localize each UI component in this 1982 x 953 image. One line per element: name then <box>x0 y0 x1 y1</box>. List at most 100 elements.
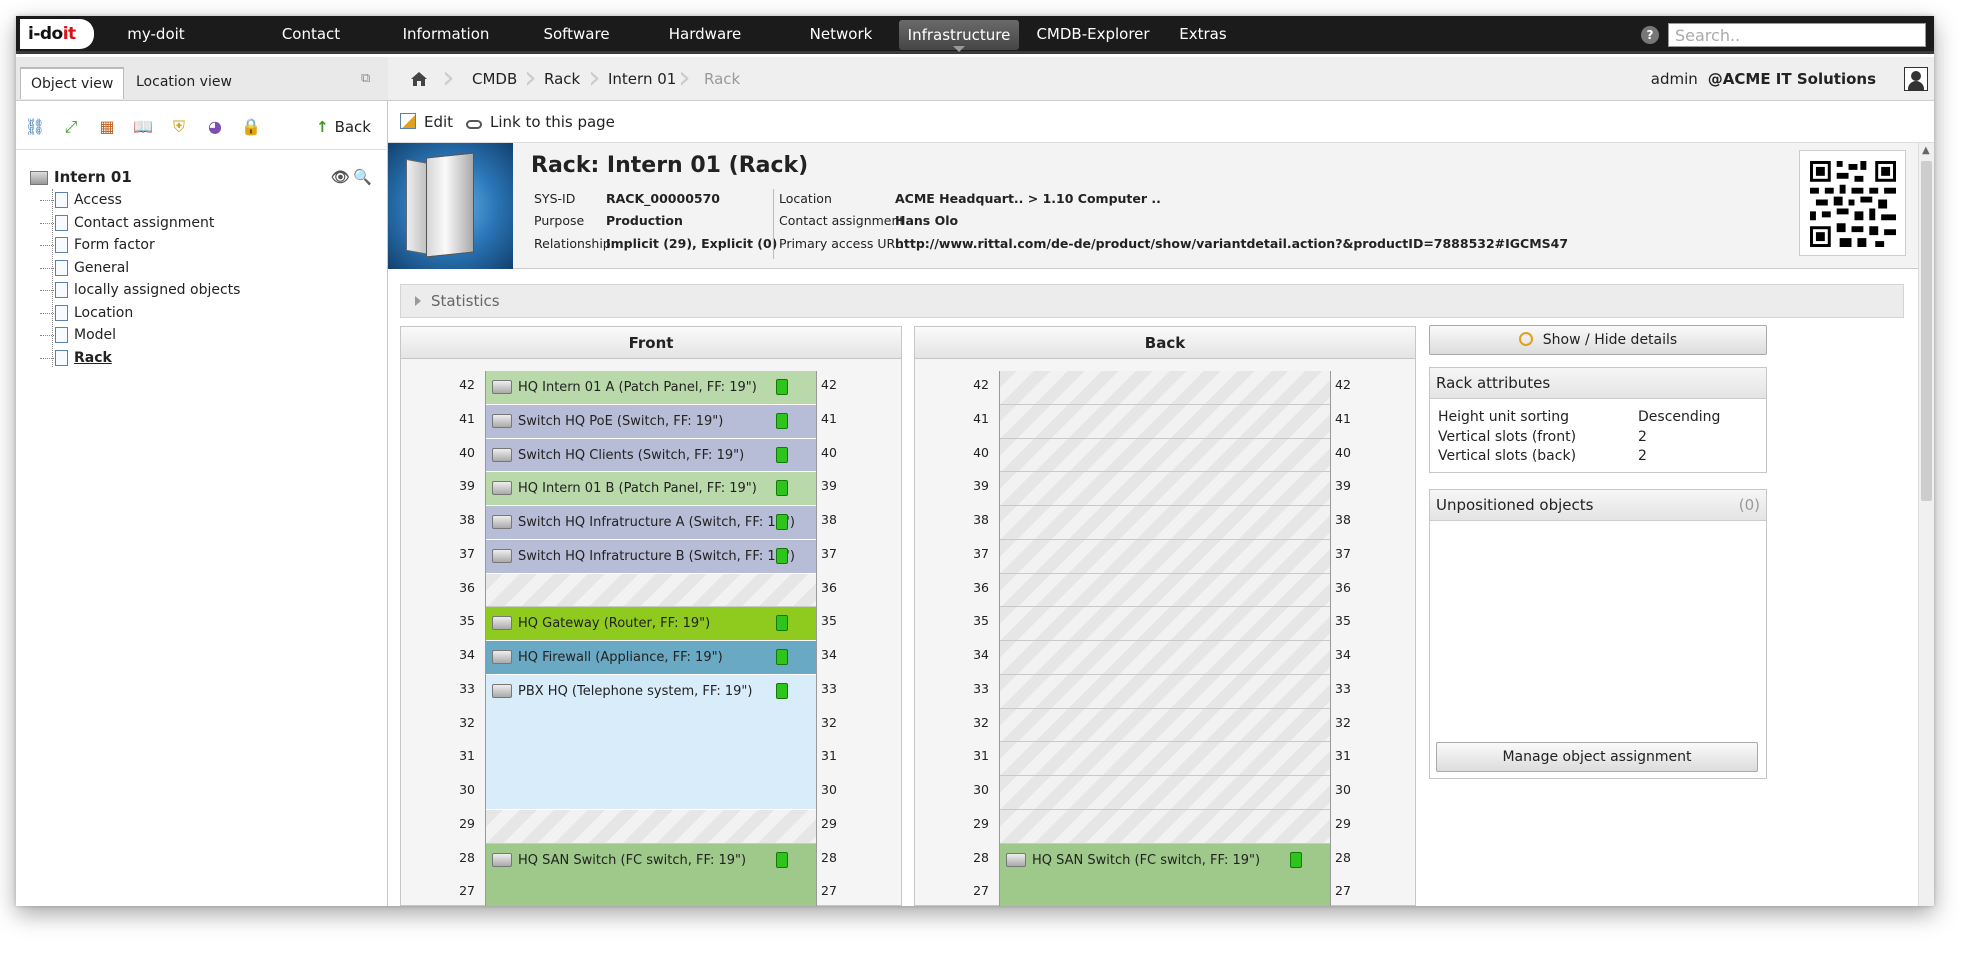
tab-object-view[interactable]: Object view <box>20 67 125 99</box>
tab-location-view[interactable]: Location view <box>126 67 242 99</box>
menu-item-network[interactable]: Network <box>771 16 911 54</box>
appliance-icon <box>492 650 512 664</box>
tree-item-location[interactable]: Location <box>28 302 378 325</box>
search-icon[interactable]: 🔍 <box>353 165 372 189</box>
qr-code[interactable] <box>1799 150 1906 256</box>
breadcrumb-cmdb[interactable]: CMDB <box>472 57 517 101</box>
shield-icon[interactable]: ⛨ <box>168 116 190 138</box>
attr-label: Height unit sorting <box>1438 409 1570 425</box>
menu-item-software[interactable]: Software <box>514 16 639 54</box>
rack-slot[interactable]: HQ SAN Switch (FC switch, FF: 19") <box>1000 843 1330 906</box>
rack-slot[interactable]: HQ Firewall (Appliance, FF: 19") <box>486 641 816 675</box>
tree-item-rack[interactable]: Rack <box>28 347 378 370</box>
menu-item-hardware[interactable]: Hardware <box>640 16 770 54</box>
magnifier-icon <box>1518 332 1533 346</box>
rack-slot-label: HQ Firewall (Appliance, FF: 19") <box>518 650 723 665</box>
tree-item-access[interactable]: Access <box>28 189 378 212</box>
tree-item-contact-assignment[interactable]: Contact assignment <box>28 212 378 235</box>
fc-switch-icon <box>492 852 512 867</box>
attr-value: Descending <box>1638 409 1721 425</box>
location-value[interactable]: ACME Headquart.. > 1.10 Computer .. <box>895 191 1161 207</box>
rack-slot[interactable]: HQ Gateway (Router, FF: 19") <box>486 607 816 641</box>
help-icon[interactable]: ? <box>1641 26 1659 44</box>
unit-number: 27 <box>459 883 475 899</box>
unit-number: 37 <box>973 545 989 561</box>
unit-number: 33 <box>821 680 837 696</box>
breadcrumb-object[interactable]: Intern 01 <box>608 57 676 101</box>
empty-rack-slot <box>1000 573 1330 608</box>
contact-value[interactable]: Hans Olo <box>895 213 958 229</box>
switch-icon <box>492 447 512 462</box>
qr-code-icon <box>1810 161 1896 247</box>
back-button[interactable]: ↑ Back <box>316 116 371 138</box>
menu-item-extras[interactable]: Extras <box>1168 16 1238 54</box>
idoit-logo[interactable]: i-doit <box>20 19 94 49</box>
empty-rack-slot <box>486 809 816 844</box>
link-button[interactable]: Link to this page <box>466 101 615 143</box>
manage-object-assignment-button[interactable]: Manage object assignment <box>1436 742 1758 772</box>
tree-root-label: Intern 01 <box>54 168 132 186</box>
tree-item-general[interactable]: General <box>28 257 378 280</box>
menu-item-cmdb-explorer[interactable]: CMDB-Explorer <box>1028 16 1158 54</box>
book-icon[interactable]: 📖 <box>132 116 154 138</box>
rack-slot[interactable]: Switch HQ Infratructure A (Switch, FF: 1… <box>486 506 816 540</box>
lock-icon[interactable]: 🔒 <box>240 116 262 138</box>
breadcrumb: › CMDB › Rack › Intern 01 › Rack admin @A… <box>388 57 1934 101</box>
rack-slot[interactable]: Switch HQ Clients (Switch, FF: 19") <box>486 438 816 473</box>
rack-slot[interactable]: HQ SAN Switch (FC switch, FF: 19") <box>486 843 816 906</box>
link-icon <box>466 120 482 129</box>
breadcrumb-rack-type[interactable]: Rack <box>544 57 580 101</box>
tree-item-locally-assigned-objects[interactable]: locally assigned objects <box>28 279 378 302</box>
relationship-value[interactable]: Implicit (29), Explicit (0) <box>606 236 777 252</box>
statistics-toggle[interactable]: Statistics <box>400 284 1904 318</box>
unpositioned-objects-panel: Unpositioned objects (0) Manage object a… <box>1429 489 1767 779</box>
attr-label: Vertical slots (back) <box>1438 448 1577 464</box>
url-link[interactable]: http://www.rittal.com/de-de/product/show… <box>895 236 1568 252</box>
rack-slot-label: HQ SAN Switch (FC switch, FF: 19") <box>518 852 747 868</box>
rack-slot[interactable]: Switch HQ PoE (Switch, FF: 19") <box>486 404 816 439</box>
menu-item-infrastructure[interactable]: Infrastructure <box>899 20 1019 52</box>
chart-icon[interactable]: ◕ <box>204 116 226 138</box>
popout-icon[interactable]: ⧉ <box>361 71 375 86</box>
rack-slot[interactable]: HQ Intern 01 A (Patch Panel, FF: 19") <box>486 371 816 405</box>
unpositioned-title: Unpositioned objects <box>1436 496 1594 514</box>
unit-number: 39 <box>973 478 989 494</box>
link-label: Link to this page <box>490 113 615 131</box>
empty-rack-slot <box>1000 438 1330 473</box>
tree-structure-icon[interactable]: ⛓ <box>24 116 46 138</box>
user-info[interactable]: admin @ACME IT Solutions <box>1651 57 1876 101</box>
home-icon[interactable] <box>410 70 428 88</box>
edit-button[interactable]: Edit <box>400 101 453 143</box>
tree-root[interactable]: Intern 01 👁 🔍 <box>28 165 378 189</box>
rack-slot-label: Switch HQ Infratructure B (Switch, FF: 1… <box>518 548 795 564</box>
menu-item-contact[interactable]: Contact <box>246 16 376 54</box>
unit-number: 37 <box>821 545 837 561</box>
menu-item-information[interactable]: Information <box>371 16 521 54</box>
unpositioned-title-bar: Unpositioned objects (0) <box>1430 490 1766 521</box>
tree-item-form-factor[interactable]: Form factor <box>28 234 378 257</box>
rack-front-title: Front <box>401 327 901 359</box>
unit-number: 41 <box>1335 410 1351 426</box>
rack-slot[interactable]: Switch HQ Infratructure B (Switch, FF: 1… <box>486 539 816 574</box>
edit-label: Edit <box>424 113 454 131</box>
scroll-up-icon[interactable]: ▲ <box>1922 145 1930 156</box>
expand-icon[interactable]: ⤢ <box>60 116 82 138</box>
logo-text: i-do <box>28 24 63 44</box>
page-scrollbar[interactable]: ▲ <box>1918 143 1934 906</box>
calendar-icon[interactable]: ▦ <box>96 116 118 138</box>
rack-slot[interactable]: PBX HQ (Telephone system, FF: 19") <box>486 674 816 810</box>
unit-number: 39 <box>459 478 475 494</box>
show-hide-details-button[interactable]: Show / Hide details <box>1429 325 1767 355</box>
eye-icon[interactable]: 👁 <box>331 165 350 189</box>
unit-number: 42 <box>1335 377 1351 392</box>
header-divider <box>773 189 774 259</box>
unit-number: 30 <box>821 782 837 797</box>
tree-item-model[interactable]: Model <box>28 324 378 347</box>
rack-slot[interactable]: HQ Intern 01 B (Patch Panel, FF: 19") <box>486 472 816 506</box>
menu-item-my-doit[interactable]: my-doit <box>101 16 211 54</box>
scroll-thumb[interactable] <box>1921 161 1932 501</box>
status-led-icon <box>776 547 788 564</box>
unit-number: 40 <box>973 444 989 460</box>
avatar[interactable] <box>1904 67 1928 91</box>
search-input[interactable] <box>1668 23 1926 47</box>
